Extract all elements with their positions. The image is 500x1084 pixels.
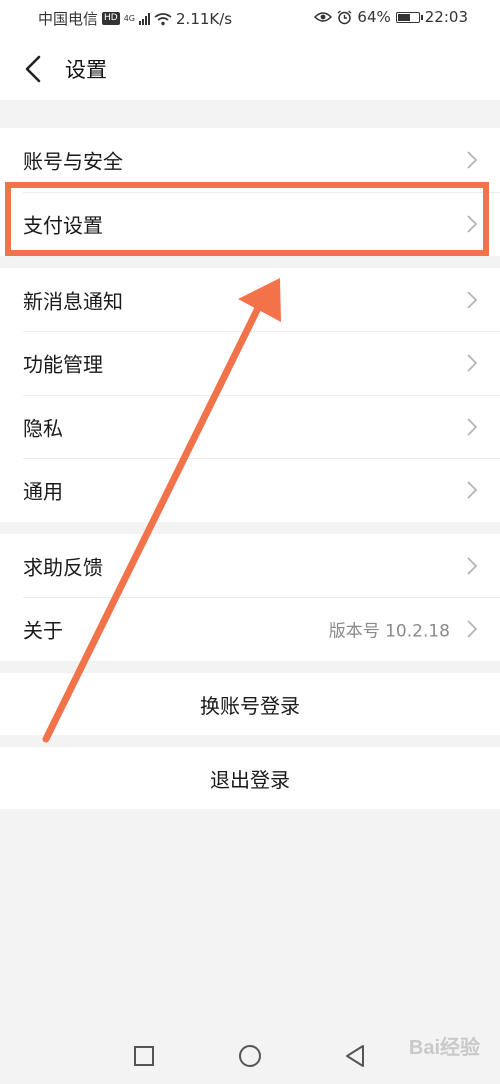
switch-account-button[interactable]: 换账号登录 — [0, 673, 500, 735]
battery-percent: 64% — [357, 8, 391, 26]
watermark: Bai经验 — [408, 1037, 480, 1059]
chevron-right-icon — [467, 354, 478, 372]
row-label: 支付设置 — [23, 213, 103, 238]
back-nav-button[interactable] — [342, 1042, 370, 1070]
version-label: 版本号 10.2.18 — [328, 621, 450, 642]
chevron-right-icon — [467, 620, 478, 638]
status-bar: 中国电信 HD 4G 2.11K/s 64% 22:03 — [0, 0, 500, 36]
row-label: 通用 — [23, 479, 63, 504]
status-left: 中国电信 HD 4G 2.11K/s — [38, 8, 232, 29]
clock: 22:03 — [424, 8, 468, 26]
row-label: 关于 — [23, 618, 63, 643]
chevron-right-icon — [467, 557, 478, 575]
logout-label: 退出登录 — [210, 767, 290, 792]
row-payment-settings[interactable]: 支付设置 — [0, 192, 500, 256]
row-help-feedback[interactable]: 求助反馈 — [0, 534, 500, 598]
help-group: 求助反馈 关于 版本号 10.2.18 — [0, 534, 500, 661]
account-group: 账号与安全 支付设置 — [0, 128, 500, 256]
title-bar: 设置 — [0, 36, 500, 100]
row-about[interactable]: 关于 版本号 10.2.18 — [0, 597, 500, 661]
row-account-security[interactable]: 账号与安全 — [0, 128, 500, 192]
eye-icon — [314, 12, 333, 22]
status-right: 64% 22:03 — [314, 8, 468, 26]
row-label: 功能管理 — [23, 352, 103, 377]
page-title: 设置 — [65, 58, 107, 82]
home-button[interactable] — [236, 1042, 264, 1070]
chevron-right-icon — [467, 291, 478, 309]
carrier-label: 中国电信 — [38, 10, 99, 28]
row-general[interactable]: 通用 — [0, 458, 500, 522]
chevron-right-icon — [467, 215, 478, 233]
battery-icon — [395, 11, 423, 23]
chevron-right-icon — [467, 418, 478, 436]
alarm-icon — [337, 9, 352, 24]
row-label: 求助反馈 — [23, 555, 103, 580]
signal-icon — [139, 12, 151, 25]
chevron-right-icon — [467, 481, 478, 499]
row-label: 账号与安全 — [23, 149, 123, 174]
recent-apps-button[interactable] — [130, 1042, 158, 1070]
home-icon — [239, 1045, 261, 1067]
network-speed: 2.11K/s — [176, 9, 233, 28]
wifi-icon — [154, 12, 172, 25]
hd-icon: HD — [102, 12, 120, 25]
recent-apps-icon — [134, 1046, 154, 1066]
chevron-right-icon — [467, 151, 478, 169]
row-new-message-notification[interactable]: 新消息通知 — [0, 268, 500, 332]
back-triangle-icon — [346, 1045, 364, 1067]
row-label: 新消息通知 — [23, 289, 123, 314]
logout-button[interactable]: 退出登录 — [0, 747, 500, 809]
network-type-label: 4G — [123, 13, 136, 23]
back-button[interactable] — [18, 52, 52, 86]
general-group: 新消息通知 功能管理 隐私 通用 — [0, 268, 500, 522]
row-label: 隐私 — [23, 416, 63, 441]
switch-account-label: 换账号登录 — [200, 693, 300, 718]
row-feature-management[interactable]: 功能管理 — [0, 331, 500, 395]
chevron-left-icon — [25, 55, 41, 83]
row-privacy[interactable]: 隐私 — [0, 395, 500, 459]
